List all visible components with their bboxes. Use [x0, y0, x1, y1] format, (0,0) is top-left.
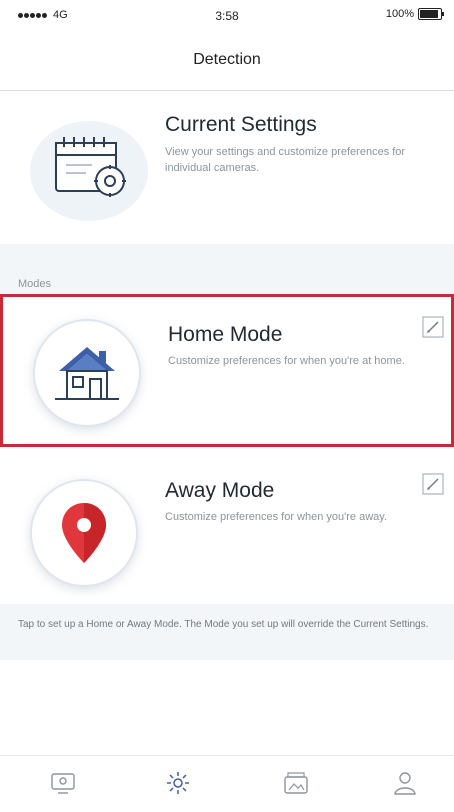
current-settings-description: View your settings and customize prefere…: [165, 146, 406, 174]
tab-camera[interactable]: [43, 764, 83, 804]
home-mode-title: Home Mode: [168, 323, 283, 346]
section-divider: [0, 244, 454, 294]
status-bar: 4G 3:58 100%: [0, 0, 454, 32]
library-icon: [284, 772, 308, 794]
tab-bar: [0, 755, 454, 812]
nav-bar: Detection: [0, 32, 454, 91]
current-settings-row[interactable]: Current Settings View your settings and …: [0, 91, 454, 244]
info-note-text: Tap to set up a Home or Away Mode. The M…: [18, 619, 429, 630]
battery-fill: [420, 10, 438, 18]
map-pin-icon: [62, 503, 106, 563]
tab-library[interactable]: [276, 764, 316, 804]
away-mode-title: Away Mode: [165, 479, 275, 502]
camera-icon: [51, 773, 75, 794]
current-settings-title: Current Settings: [165, 113, 317, 136]
battery-indicator: 100%: [385, 8, 444, 20]
battery-icon: [418, 8, 444, 20]
profile-icon: [394, 772, 416, 795]
away-mode-icon-circle: [30, 479, 138, 587]
away-mode-description: Customize preferences for when you're aw…: [165, 511, 387, 523]
home-mode-description: Customize preferences for when you're at…: [168, 355, 405, 367]
home-mode-icon-circle: [33, 319, 141, 427]
info-note: Tap to set up a Home or Away Mode. The M…: [0, 604, 454, 660]
tab-profile[interactable]: [385, 764, 425, 804]
edit-icon[interactable]: [421, 315, 445, 339]
modes-section-label: Modes: [18, 278, 52, 290]
battery-percent: 100%: [385, 8, 414, 20]
app-screen: 4G 3:58 100% Detection Current Settings …: [0, 0, 454, 812]
tab-detection[interactable]: [158, 764, 198, 804]
home-mode-card[interactable]: Home Mode Customize preferences for when…: [0, 294, 454, 447]
page-title: Detection: [193, 51, 261, 68]
calendar-settings-icon: [55, 137, 126, 197]
detection-icon: [167, 772, 189, 794]
house-icon: [55, 347, 119, 400]
away-mode-card[interactable]: Away Mode Customize preferences for when…: [0, 456, 454, 609]
edit-icon[interactable]: [421, 472, 445, 496]
